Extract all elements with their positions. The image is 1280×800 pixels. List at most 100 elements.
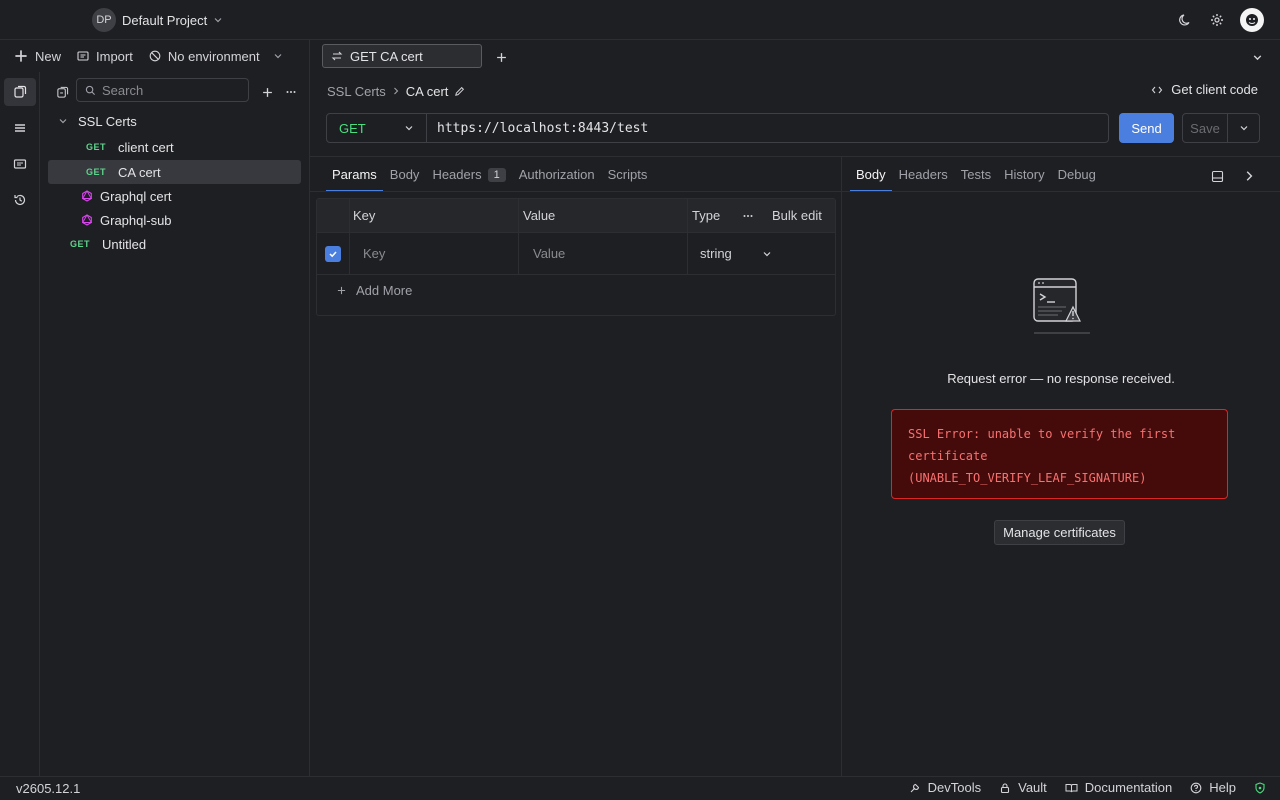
row-enabled-checkbox[interactable]	[325, 233, 341, 274]
url-bar: GET https://localhost:8443/test	[326, 113, 1109, 143]
manage-certificates-button[interactable]: Manage certificates	[994, 520, 1125, 545]
request-tabs: Params Body Headers 1 Authorization Scrip…	[326, 157, 660, 192]
chevron-right-icon[interactable]	[1240, 167, 1258, 185]
breadcrumb-folder[interactable]: SSL Certs	[327, 84, 386, 99]
no-entry-icon	[149, 50, 161, 62]
sidebar-item-client-cert[interactable]: GET client cert	[48, 135, 301, 159]
book-icon	[1065, 782, 1078, 794]
param-type-value: string	[700, 246, 732, 261]
help-button[interactable]: Help	[1190, 780, 1236, 795]
request-tab-bar: GET CA cert	[310, 40, 1280, 72]
settings-gear-icon[interactable]	[1208, 11, 1226, 29]
sidebar-item-graphql-cert[interactable]: Graphql cert	[48, 184, 301, 208]
method-select[interactable]: GET	[327, 114, 427, 142]
request-error-title: Request error — no response received.	[947, 371, 1175, 386]
tab-label: Tests	[960, 167, 992, 182]
sidebar-item-untitled[interactable]: GET Untitled	[48, 232, 301, 256]
tab-scripts[interactable]: Scripts	[608, 157, 648, 192]
sidebar-item-graphql-sub[interactable]: Graphql-sub	[48, 208, 301, 232]
sidebar-item-ssl-certs[interactable]: SSL Certs	[48, 109, 301, 133]
project-switcher[interactable]: DP Default Project	[92, 8, 223, 32]
sidebar-search	[76, 78, 249, 102]
save-options-chevron-icon[interactable]	[1228, 114, 1259, 142]
tab-label: Debug	[1057, 167, 1096, 182]
chevron-down-icon	[58, 116, 68, 126]
add-request-plus-icon[interactable]	[258, 83, 276, 101]
activity-bar	[0, 72, 40, 776]
layout-toggle-icon[interactable]	[1208, 167, 1226, 185]
sidebar-item-label: Graphql-sub	[100, 212, 172, 228]
apis-icon[interactable]	[4, 150, 36, 178]
bulk-edit-button[interactable]: Bulk edit	[772, 199, 822, 232]
tab-response-tests[interactable]: Tests	[961, 157, 991, 192]
collections-icon[interactable]	[4, 78, 36, 106]
more-options-icon[interactable]	[742, 199, 754, 232]
graphql-icon	[81, 190, 93, 202]
send-button[interactable]: Send	[1119, 113, 1174, 143]
code-icon	[1151, 84, 1163, 96]
breadcrumb-request-name: CA cert	[405, 83, 449, 99]
add-more-button[interactable]: Add More	[337, 283, 412, 298]
sidebar-item-ca-cert[interactable]: GET CA cert	[48, 160, 301, 184]
params-table: Key Value Type Bulk edit Key Value strin…	[316, 198, 836, 316]
divider	[310, 191, 841, 192]
devtools-button[interactable]: DevTools	[909, 780, 981, 795]
tab-label: Scripts	[607, 167, 648, 182]
get-client-code-button[interactable]: Get client code	[1151, 82, 1258, 97]
tab-label: Body	[856, 167, 886, 182]
column-header-type: Type	[692, 208, 721, 223]
new-button[interactable]: New	[14, 49, 61, 64]
tab-label: Authorization	[518, 167, 595, 182]
param-key-input[interactable]: Key	[363, 233, 385, 274]
chevron-down-icon	[273, 51, 283, 61]
environments-icon[interactable]	[4, 114, 36, 142]
documentation-button[interactable]: Documentation	[1065, 780, 1172, 795]
url-input[interactable]: https://localhost:8443/test	[427, 114, 1108, 142]
request-tab[interactable]: GET CA cert	[322, 44, 482, 68]
column-header-key: Key	[353, 208, 376, 223]
pencil-icon[interactable]	[454, 86, 465, 97]
tab-response-body[interactable]: Body	[850, 157, 892, 192]
user-avatar[interactable]	[1240, 8, 1264, 32]
import-icon	[77, 50, 89, 62]
graphql-icon	[81, 214, 93, 226]
tab-response-headers[interactable]: Headers	[899, 157, 948, 192]
top-bar: DP Default Project	[0, 0, 1280, 40]
tab-label: Params	[332, 167, 377, 182]
devtools-label: DevTools	[927, 780, 982, 795]
pane-resizer[interactable]	[841, 157, 842, 776]
moon-icon[interactable]	[1176, 11, 1194, 29]
tab-label: Body	[389, 167, 420, 182]
tab-list-chevron-icon[interactable]	[1248, 48, 1266, 66]
table-row: Key Value string	[317, 233, 835, 275]
project-name: Default Project	[122, 12, 208, 28]
tab-headers[interactable]: Headers 1	[432, 157, 506, 192]
tab-params[interactable]: Params	[326, 157, 383, 192]
tab-authorization[interactable]: Authorization	[519, 157, 595, 192]
add-tab-plus-icon[interactable]	[492, 48, 510, 66]
import-label: Import	[96, 48, 133, 64]
tab-response-debug[interactable]: Debug	[1058, 157, 1096, 192]
method-badge: GET	[86, 167, 107, 177]
sidebar-item-label: CA cert	[118, 164, 161, 180]
param-type-select[interactable]: string	[700, 233, 772, 274]
sidebar-item-label: SSL Certs	[78, 113, 137, 129]
search-input[interactable]	[102, 82, 242, 98]
request-tab-label: GET CA cert	[350, 48, 423, 64]
import-button[interactable]: Import	[77, 49, 133, 64]
collapse-all-icon[interactable]	[53, 83, 71, 101]
tab-body[interactable]: Body	[390, 157, 420, 192]
environment-label: No environment	[167, 48, 260, 64]
tab-response-history[interactable]: History	[1004, 157, 1044, 192]
more-options-icon[interactable]	[282, 83, 300, 101]
tab-label: Headers	[432, 167, 482, 182]
sidebar-toolbar: New Import No environment	[0, 40, 310, 72]
save-button[interactable]: Save	[1183, 114, 1228, 142]
vault-button[interactable]: Vault	[999, 780, 1047, 795]
history-icon[interactable]	[4, 186, 36, 214]
environment-selector[interactable]: No environment	[149, 49, 283, 64]
shield-status-icon[interactable]	[1254, 781, 1266, 794]
search-icon	[85, 85, 96, 96]
lock-icon	[999, 782, 1011, 794]
param-value-input[interactable]: Value	[533, 233, 565, 274]
